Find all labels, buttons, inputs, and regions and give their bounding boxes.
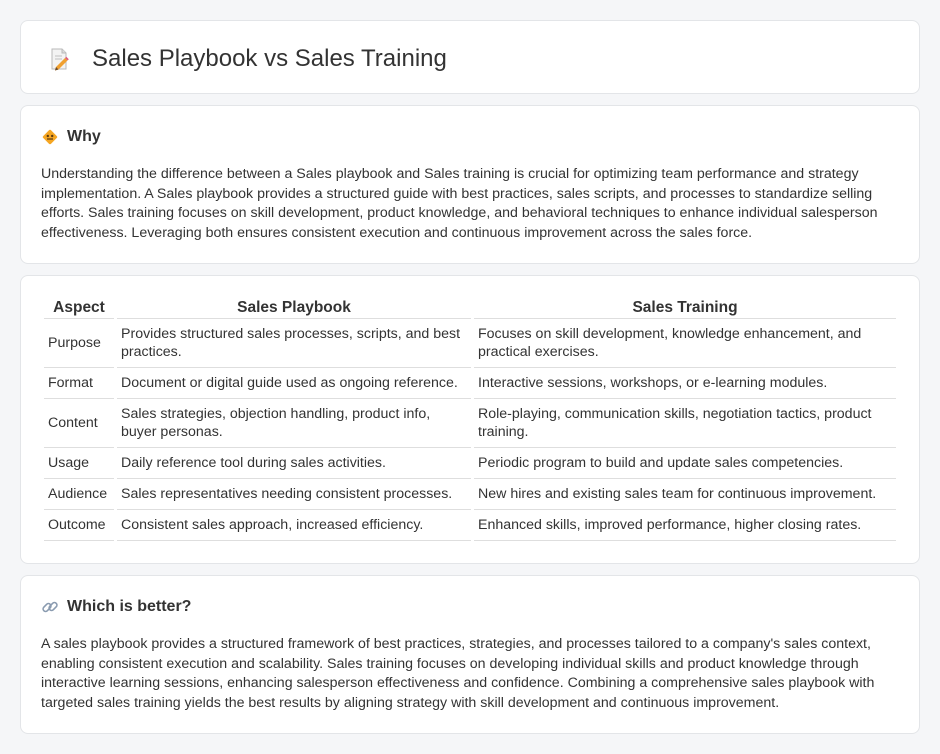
table-row: Purpose Provides structured sales proces… — [44, 319, 896, 368]
table-header-row: Aspect Sales Playbook Sales Training — [44, 295, 896, 319]
why-text: Understanding the difference between a S… — [41, 166, 878, 241]
table-row: Format Document or digital guide used as… — [44, 368, 896, 399]
table-row: Audience Sales representatives needing c… — [44, 479, 896, 510]
which-is-better-section: Which is better? A sales playbook provid… — [20, 575, 920, 734]
aspect-cell: Format — [44, 368, 114, 399]
comparison-table: Aspect Sales Playbook Sales Training Pur… — [41, 295, 899, 541]
table-row: Usage Daily reference tool during sales … — [44, 448, 896, 479]
page-title: Sales Playbook vs Sales Training — [92, 45, 447, 72]
header-sales-playbook: Sales Playbook — [117, 295, 471, 319]
aspect-cell: Purpose — [44, 319, 114, 368]
table-row: Content Sales strategies, objection hand… — [44, 399, 896, 448]
header-sales-training: Sales Training — [474, 295, 896, 319]
table-row: Outcome Consistent sales approach, incre… — [44, 510, 896, 541]
training-cell: Enhanced skills, improved performance, h… — [474, 510, 896, 541]
header-aspect: Aspect — [44, 295, 114, 319]
training-cell: Periodic program to build and update sal… — [474, 448, 896, 479]
aspect-cell: Audience — [44, 479, 114, 510]
playbook-cell: Consistent sales approach, increased eff… — [117, 510, 471, 541]
playbook-cell: Sales strategies, objection handling, pr… — [117, 399, 471, 448]
better-heading: Which is better? — [41, 596, 191, 618]
why-title: Why — [67, 128, 101, 145]
header-card: Sales Playbook vs Sales Training — [20, 20, 920, 94]
training-cell: Interactive sessions, workshops, or e-le… — [474, 368, 896, 399]
playbook-cell: Document or digital guide used as ongoin… — [117, 368, 471, 399]
comparison-section: Aspect Sales Playbook Sales Training Pur… — [20, 275, 920, 564]
training-cell: Focuses on skill development, knowledge … — [474, 319, 896, 368]
link-icon — [41, 598, 59, 616]
training-cell: Role-playing, communication skills, nego… — [474, 399, 896, 448]
training-cell: New hires and existing sales team for co… — [474, 479, 896, 510]
document-pencil-icon — [47, 47, 71, 71]
playbook-cell: Daily reference tool during sales activi… — [117, 448, 471, 479]
why-section: Why Understanding the difference between… — [20, 105, 920, 264]
better-title: Which is better? — [67, 598, 192, 615]
aspect-cell: Outcome — [44, 510, 114, 541]
better-text: A sales playbook provides a structured f… — [41, 636, 875, 711]
why-heading: Why — [41, 126, 101, 148]
playbook-cell: Provides structured sales processes, scr… — [117, 319, 471, 368]
aspect-cell: Content — [44, 399, 114, 448]
playbook-cell: Sales representatives needing consistent… — [117, 479, 471, 510]
aspect-cell: Usage — [44, 448, 114, 479]
diamond-sign-icon — [41, 128, 59, 146]
